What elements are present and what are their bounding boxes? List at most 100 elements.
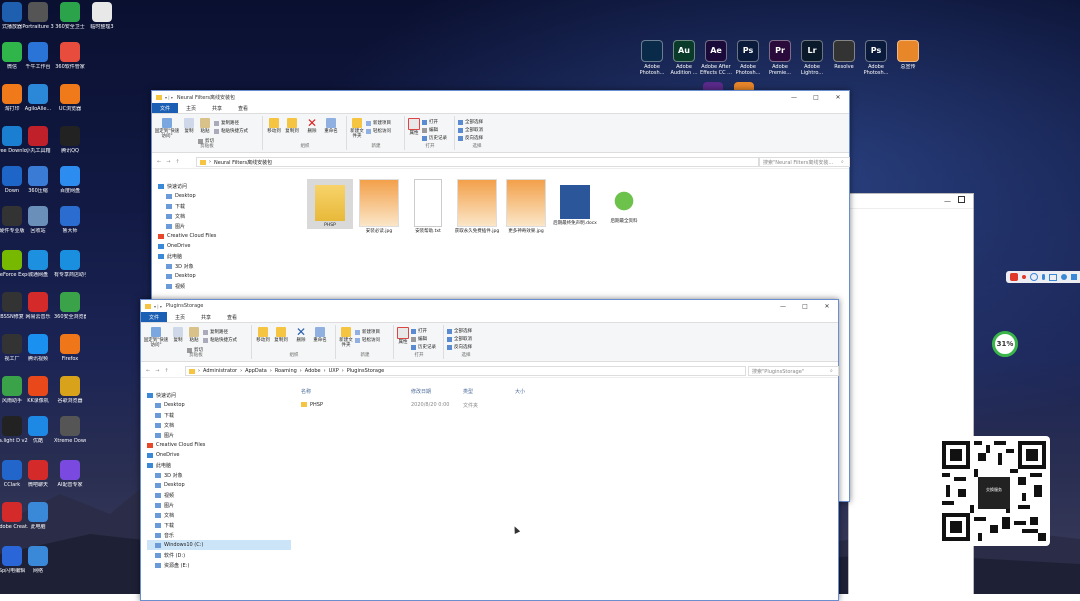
nav-item[interactable]: 快速访问 — [158, 181, 302, 191]
nav-item[interactable]: 下载 — [147, 410, 291, 420]
tab-file[interactable]: 文件 — [152, 103, 179, 113]
paste-shortcut-button[interactable]: 粘贴快捷方式 — [203, 337, 237, 343]
desktop-icon[interactable]: Au Adobe Audition ... — [668, 40, 700, 76]
performance-widget[interactable]: 31% — [992, 331, 1018, 357]
nav-item[interactable]: 文档 — [158, 211, 302, 221]
nav-item[interactable]: 下载 — [158, 201, 302, 211]
select-all-button[interactable]: 全部选择 — [447, 328, 472, 334]
nav-item[interactable]: 视频 — [158, 281, 302, 291]
nav-item[interactable]: 图片 — [147, 500, 291, 510]
nav-item[interactable]: 3D 对象 — [147, 470, 291, 480]
path-segment[interactable]: Administrator — [203, 368, 237, 374]
desktop-icon[interactable]: 优酷 — [22, 416, 54, 444]
nav-item[interactable]: 视频 — [147, 490, 291, 500]
desktop-icon[interactable]: 网络 — [22, 546, 54, 574]
copy-to-button[interactable]: 复制到 — [273, 327, 289, 343]
nav-item[interactable]: 快速访问 — [147, 390, 291, 400]
file-item[interactable]: 后期最全资料 — [601, 179, 647, 225]
desktop-icon[interactable]: AgiloAlle... — [22, 84, 54, 112]
desktop-icon[interactable]: 鲁大师 — [54, 206, 86, 234]
move-to-button[interactable]: 移动到 — [255, 327, 271, 343]
quick-access-toolbar[interactable]: ▾ | ▾ — [154, 304, 162, 309]
back-icon[interactable]: ← — [146, 368, 150, 374]
path-box[interactable]: › Neural Filters离线安装包 — [196, 157, 759, 167]
desktop-icon[interactable]: AI配音专家 — [54, 460, 86, 488]
nav-item[interactable]: Desktop — [158, 271, 302, 281]
column-name[interactable]: 名称 — [301, 388, 311, 395]
select-none-button[interactable]: 全部取消 — [447, 336, 472, 342]
nav-item[interactable]: Creative Cloud Files — [158, 231, 302, 241]
invert-selection-button[interactable]: 反向选择 — [458, 135, 483, 141]
desktop-icon[interactable]: 百度网盘 — [54, 166, 86, 194]
desktop-icon[interactable]: Ae Adobe After Effects CC ... — [700, 40, 732, 76]
desktop-icon[interactable]: 网易云音乐 — [22, 292, 54, 320]
pin-quick-access-button[interactable]: 固定到"快速访问" — [154, 118, 180, 139]
path-separator[interactable]: › — [342, 368, 344, 374]
desktop-icon[interactable]: 城通网盘 — [22, 250, 54, 278]
nav-item[interactable]: 此电脑 — [147, 460, 291, 470]
nav-item[interactable]: 资源盘 (E:) — [147, 560, 291, 570]
nav-item[interactable]: Desktop — [147, 400, 291, 410]
desktop-icon[interactable]: Ps Adobe Photosh... — [860, 40, 892, 76]
properties-button[interactable]: 属性 — [408, 118, 420, 136]
pin-quick-access-button[interactable]: 固定到"快速访问" — [143, 327, 169, 348]
desktop-icon[interactable]: Ps Adobe Photosh... — [732, 40, 764, 76]
nav-item[interactable]: 此电脑 — [158, 251, 302, 261]
path-segment[interactable]: UXP — [329, 368, 339, 374]
column-size[interactable]: 大小 — [515, 388, 525, 395]
tab-share[interactable]: 共享 — [193, 312, 219, 322]
rename-button[interactable]: 重命名 — [311, 327, 329, 343]
history-button[interactable]: 历史记录 — [411, 344, 436, 350]
desktop-icon[interactable]: Portraiture 3 — [22, 2, 54, 30]
easy-access-button[interactable]: 轻松访问 — [366, 128, 391, 134]
desktop-icon[interactable]: 回收站 — [22, 206, 54, 234]
desktop-icon[interactable]: 360压缩 — [22, 166, 54, 194]
nav-item[interactable]: 文档 — [147, 420, 291, 430]
close-icon[interactable]: ✕ — [816, 300, 838, 312]
maximize-icon[interactable] — [958, 196, 965, 203]
path-segment[interactable]: Roaming — [275, 368, 297, 374]
minimize-icon[interactable]: — — [783, 91, 805, 103]
tab-share[interactable]: 共享 — [204, 103, 230, 113]
forward-icon[interactable]: → — [166, 159, 170, 165]
nav-item[interactable]: Creative Cloud Files — [147, 440, 291, 450]
nav-item[interactable]: Desktop — [147, 480, 291, 490]
easy-access-button[interactable]: 轻松访问 — [355, 337, 380, 343]
up-icon[interactable]: ↑ — [175, 159, 179, 165]
paste-button[interactable]: 粘贴 — [198, 118, 212, 134]
tab-view[interactable]: 查看 — [219, 312, 245, 322]
nav-item[interactable]: 图片 — [147, 430, 291, 440]
paste-button[interactable]: 粘贴 — [187, 327, 201, 343]
mic-icon[interactable] — [1042, 274, 1045, 280]
move-to-button[interactable]: 移动到 — [266, 118, 282, 134]
tab-file[interactable]: 文件 — [141, 312, 168, 322]
edit-button[interactable]: 编辑 — [422, 127, 438, 133]
search-input[interactable]: 搜索"PluginsStorage" ⌕ — [748, 366, 839, 376]
desktop-icon[interactable]: Pr Adobe Premie... — [764, 40, 796, 76]
select-none-button[interactable]: 全部取消 — [458, 127, 483, 133]
invert-selection-button[interactable]: 反向选择 — [447, 344, 472, 350]
desktop-icon[interactable]: Adobe Photosh... — [636, 40, 668, 76]
desktop-icon[interactable]: Lr Adobe Lightro... — [796, 40, 828, 76]
desktop-icon[interactable]: 小丸工具箱 — [22, 126, 54, 154]
explorer-window-pluginsstorage[interactable]: ▾ | ▾ PluginsStorage — □ ✕ 文件 主页 共享 查看 固… — [140, 299, 839, 601]
copy-button[interactable]: 复制 — [182, 118, 196, 134]
tab-view[interactable]: 查看 — [230, 103, 256, 113]
delete-button[interactable]: ✕ 删除 — [304, 117, 320, 134]
open-button[interactable]: 打开 — [411, 328, 427, 334]
path-segment[interactable]: PluginsStorage — [347, 368, 384, 374]
desktop-icon[interactable]: Firefox — [54, 334, 86, 362]
desktop-icon[interactable]: 此电脑 — [22, 502, 54, 530]
file-item[interactable]: 安装必读.jpg — [356, 179, 402, 235]
quick-access-toolbar[interactable]: ▾ | ▾ — [165, 95, 173, 100]
nav-item[interactable]: Windows10 (C:) — [147, 540, 291, 550]
nav-item[interactable]: 文档 — [147, 510, 291, 520]
copy-path-button[interactable]: 复制路径 — [214, 120, 239, 126]
desktop-icon[interactable]: 360软件管家 — [54, 42, 86, 70]
copy-button[interactable]: 复制 — [171, 327, 185, 343]
desktop-icon[interactable]: 有专享商店助手 — [54, 250, 86, 278]
path-separator[interactable]: › — [198, 368, 200, 374]
rename-button[interactable]: 重命名 — [322, 118, 340, 134]
file-item[interactable]: 后期最终免声明.docx — [552, 179, 598, 227]
desktop-icon[interactable]: UC浏览器 — [54, 84, 86, 112]
